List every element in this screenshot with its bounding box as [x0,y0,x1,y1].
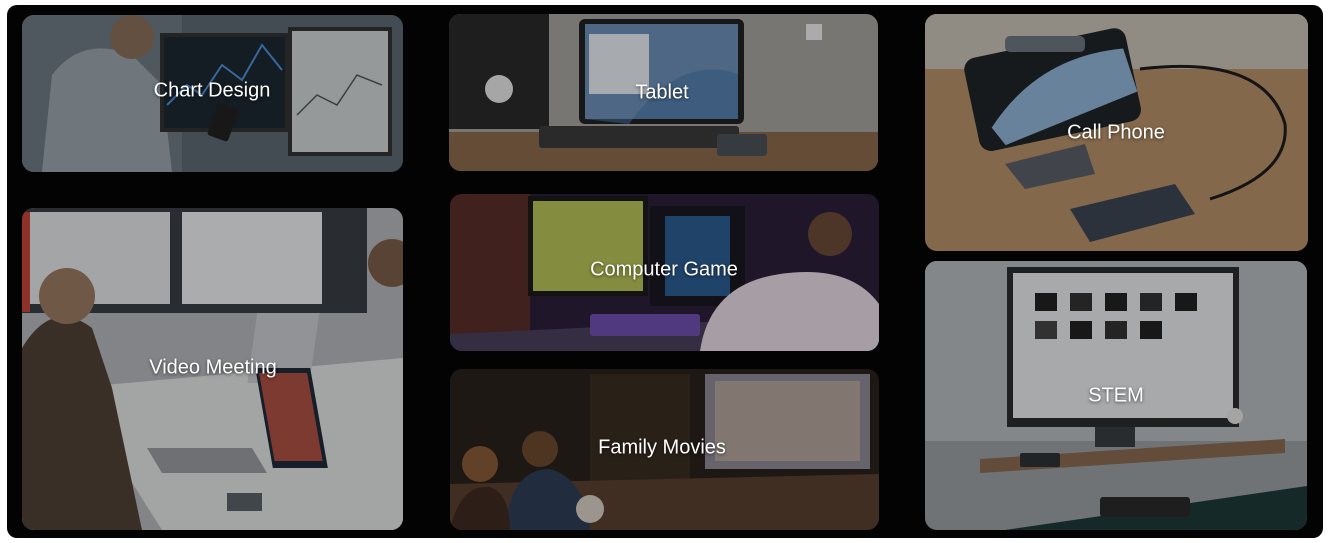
tile-call-phone[interactable]: Call Phone [925,14,1308,251]
tile-computer-game[interactable]: Computer Game [450,194,879,351]
tile-label: Family Movies [598,436,726,459]
tile-video-meeting[interactable]: Video Meeting [22,208,403,530]
tile-family-movies[interactable]: Family Movies [450,369,879,530]
tile-label: Video Meeting [149,356,277,379]
tile-tablet[interactable]: Tablet [449,14,878,171]
tile-label: Computer Game [590,258,738,281]
tile-label: Chart Design [153,79,271,102]
tile-chart-design[interactable]: Chart Design [22,15,403,172]
tile-label: Tablet [635,81,689,104]
tile-stem[interactable]: STEM [925,261,1307,530]
tile-label: Call Phone [1067,121,1165,144]
tile-label: STEM [1088,384,1144,407]
